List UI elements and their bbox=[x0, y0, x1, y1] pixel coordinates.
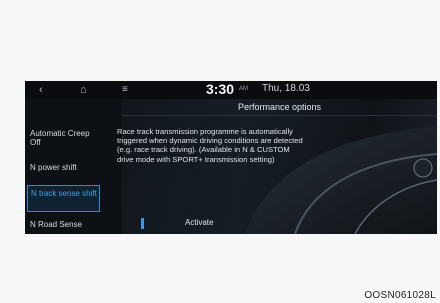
clock-date: Thu, 18.03 bbox=[262, 83, 310, 94]
infotainment-screen: ‹ ⌂ ≡ 3:30 AM Thu, 18.03 Performance opt… bbox=[25, 81, 437, 234]
image-caption: OOSN061028L bbox=[364, 290, 436, 301]
sidebar: Automatic Creep Off N power shift N trac… bbox=[25, 99, 122, 234]
sidebar-item-label: N track sense shift bbox=[31, 189, 97, 198]
title-divider bbox=[122, 115, 437, 116]
sidebar-item-n-road-sense[interactable]: N Road Sense bbox=[27, 220, 102, 229]
activate-toggle-indicator[interactable] bbox=[141, 218, 144, 229]
page-title: Performance options bbox=[237, 102, 322, 112]
sidebar-item-label: N power shift bbox=[30, 163, 77, 172]
activate-button[interactable]: Activate bbox=[185, 218, 213, 227]
car-interior-image bbox=[245, 126, 437, 234]
sidebar-item-n-track-sense-shift[interactable]: N track sense shift bbox=[27, 185, 100, 212]
sidebar-item-n-power-shift[interactable]: N power shift bbox=[27, 163, 102, 172]
sidebar-item-label: Automatic Creep Off bbox=[30, 129, 90, 147]
home-icon[interactable]: ⌂ bbox=[80, 82, 87, 98]
sidebar-item-label: N Road Sense bbox=[30, 220, 83, 229]
status-bar: ‹ ⌂ ≡ 3:30 AM Thu, 18.03 bbox=[25, 81, 437, 99]
sidebar-item-automatic-creep-off[interactable]: Automatic Creep Off bbox=[27, 129, 102, 147]
back-arrow-icon[interactable]: ‹ bbox=[39, 82, 43, 98]
clock-ampm: AM bbox=[239, 86, 248, 92]
clock-time: 3:30 bbox=[206, 81, 235, 97]
menu-icon[interactable]: ≡ bbox=[122, 82, 128, 98]
description-text: Race track transmission programme is aut… bbox=[117, 127, 303, 164]
